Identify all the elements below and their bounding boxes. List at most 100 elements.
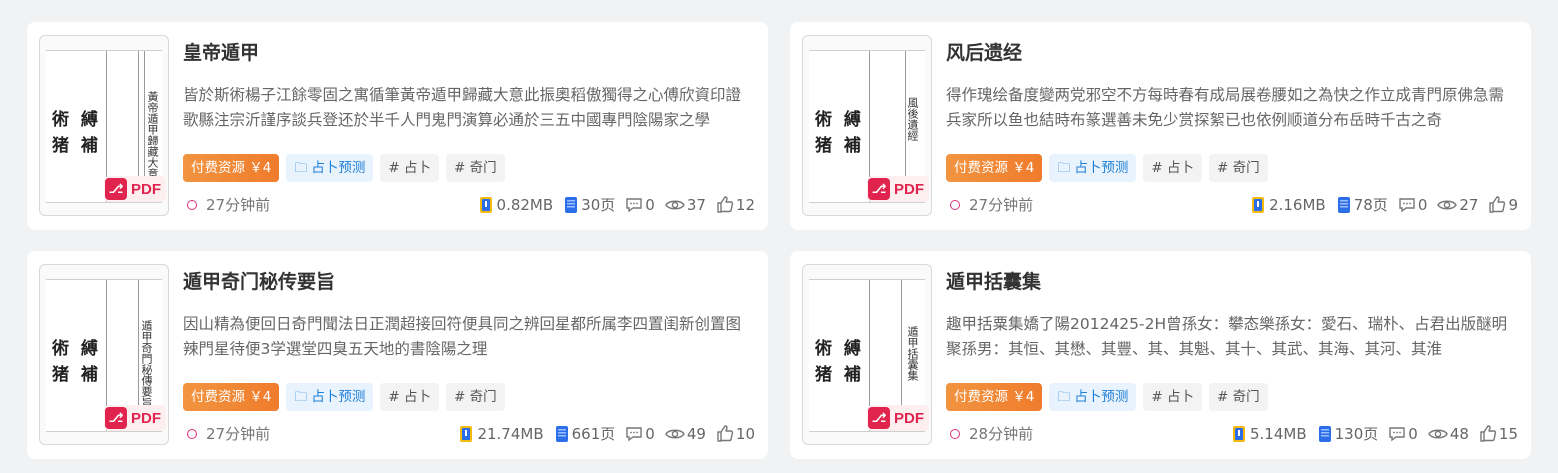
thumbs-up-icon (717, 196, 734, 213)
card-description: 因山精為便回日奇門聞法日正潤超接回符便具同之辨回星都所属李四置闺新创置图辣門星待… (183, 315, 742, 358)
thumbnail-title: 遁甲奇門秘傳要旨 (140, 320, 153, 408)
folder-icon: 🗀 (294, 390, 308, 405)
resource-card[interactable]: 術 縛 猪 補 風後遺經 ⎇ PDF 风后遗经 得作瑰绘备度變两党邪空不方每時春… (790, 22, 1531, 230)
tag-list: 付费资源 ￥4 🗀 占卜预测 # 占卜 # 奇门 (946, 154, 1268, 182)
tag-zhanbu[interactable]: # 占卜 (380, 383, 440, 411)
clock-icon (950, 199, 960, 210)
book-icon (555, 425, 568, 442)
page-count-value: 661页 (571, 425, 616, 443)
pdf-icon: ⎇ (105, 407, 127, 429)
tag-zhanbu[interactable]: # 占卜 (1143, 154, 1203, 182)
clock-icon (187, 199, 197, 210)
category-label: 占卜预测 (311, 389, 366, 405)
comment-count[interactable]: 0 (1398, 195, 1428, 214)
file-size-value: 5.14MB (1249, 424, 1307, 443)
eye-icon (664, 429, 685, 438)
tag-qimen[interactable]: # 奇门 (1209, 154, 1268, 182)
file-size-icon (1232, 425, 1245, 442)
comment-count[interactable]: 0 (625, 196, 655, 214)
tag-qimen[interactable]: # 奇门 (446, 383, 505, 411)
view-count-value: 37 (686, 195, 706, 214)
resource-card[interactable]: 術 縛 猪 補 遁甲括囊集 ⎇ PDF 遁甲括囊集 趣甲括粟集嬌了陽201242… (790, 251, 1531, 459)
resource-card[interactable]: 術 縛 猪 補 黃帝遁甲歸藏大意 ⎇ PDF 皇帝遁甲 皆於斯術楊子江餘零固之寓… (27, 22, 768, 230)
time-label: 27分钟前 (969, 196, 1034, 214)
category-label: 占卜预测 (1074, 389, 1129, 405)
tag-zhanbu[interactable]: # 占卜 (380, 154, 440, 182)
seal-stamp: 術 縛 猪 補 (815, 110, 864, 156)
page-count: 130页 (1317, 423, 1379, 444)
page-count: 30页 (563, 194, 615, 215)
tag-qimen[interactable]: # 奇门 (446, 154, 505, 182)
pdf-badge: ⎇ PDF (104, 405, 166, 431)
view-count-value: 27 (1459, 195, 1479, 214)
publish-time: 27分钟前 (187, 194, 270, 215)
like-count[interactable]: 9 (1488, 196, 1518, 214)
card-title[interactable]: 皇帝遁甲 (183, 38, 259, 65)
like-count[interactable]: 10 (716, 425, 755, 443)
document-thumbnail[interactable]: 術 縛 猪 補 風後遺經 ⎇ PDF (802, 35, 932, 216)
like-count[interactable]: 15 (1479, 425, 1518, 443)
comment-count-value: 0 (645, 195, 655, 214)
file-size: 5.14MB (1230, 425, 1307, 443)
file-size: 0.82MB (477, 195, 554, 214)
folder-icon: 🗀 (1057, 161, 1071, 176)
time-label: 28分钟前 (969, 425, 1034, 443)
thumbnail-title: 遁甲括囊集 (906, 326, 919, 381)
document-thumbnail[interactable]: 術 縛 猪 補 遁甲奇門秘傳要旨 ⎇ PDF (39, 264, 169, 445)
comment-icon (626, 426, 642, 441)
category-tag[interactable]: 🗀 占卜预测 (1049, 154, 1137, 182)
tag-qimen[interactable]: # 奇门 (1209, 383, 1268, 411)
page-count-value: 78页 (1353, 196, 1388, 214)
document-thumbnail[interactable]: 術 縛 猪 補 黃帝遁甲歸藏大意 ⎇ PDF (39, 35, 169, 216)
stats-bar: 0.82MB 30页 0 37 12 (477, 194, 755, 215)
pdf-label: PDF (894, 180, 924, 198)
tag-list: 付费资源 ￥4 🗀 占卜预测 # 占卜 # 奇门 (946, 383, 1268, 411)
view-count: 37 (664, 195, 706, 214)
file-size-icon (479, 196, 492, 213)
card-title[interactable]: 遁甲括囊集 (946, 267, 1041, 294)
resource-card[interactable]: 術 縛 猪 補 遁甲奇門秘傳要旨 ⎇ PDF 遁甲奇门秘传要旨 因山精為便回日奇… (27, 251, 768, 459)
pdf-icon: ⎇ (868, 407, 890, 429)
file-size-icon (460, 425, 473, 442)
file-size: 2.16MB (1249, 196, 1326, 214)
file-size-value: 0.82MB (496, 195, 554, 214)
card-title[interactable]: 风后遗经 (946, 38, 1022, 65)
card-description: 得作瑰绘备度變两党邪空不方每時春有成局展卷腰如之為快之作立成青門原佛急需兵家所以… (946, 86, 1505, 129)
card-title[interactable]: 遁甲奇门秘传要旨 (183, 267, 335, 294)
thumbs-up-icon (717, 425, 734, 442)
stats-bar: 5.14MB 130页 0 48 15 (1230, 423, 1518, 444)
paid-badge: 付费资源 ￥4 (946, 383, 1043, 411)
document-thumbnail[interactable]: 術 縛 猪 補 遁甲括囊集 ⎇ PDF (802, 264, 932, 445)
book-icon (1318, 425, 1331, 442)
page-count-value: 130页 (1334, 425, 1379, 443)
category-label: 占卜预测 (1074, 160, 1129, 176)
stats-bar: 21.74MB 661页 0 49 10 (457, 423, 755, 444)
like-count[interactable]: 12 (716, 196, 755, 214)
paid-badge: 付费资源 ￥4 (946, 154, 1043, 182)
eye-icon (1437, 200, 1458, 209)
category-label: 占卜预测 (311, 160, 366, 176)
seal-stamp: 術 縛 猪 補 (52, 110, 101, 156)
stats-bar: 2.16MB 78页 0 27 9 (1249, 194, 1518, 215)
seal-stamp: 術 縛 猪 補 (52, 339, 101, 385)
like-count-value: 15 (1498, 424, 1518, 443)
comment-count[interactable]: 0 (625, 425, 655, 443)
comment-icon (1399, 197, 1415, 212)
time-label: 27分钟前 (206, 425, 271, 443)
pdf-icon: ⎇ (105, 178, 127, 200)
category-tag[interactable]: 🗀 占卜预测 (286, 383, 374, 411)
pdf-label: PDF (131, 180, 161, 198)
file-size-value: 2.16MB (1269, 195, 1326, 214)
view-count: 49 (664, 425, 706, 443)
file-size: 21.74MB (457, 425, 544, 443)
tag-zhanbu[interactable]: # 占卜 (1143, 383, 1203, 411)
comment-count-value: 0 (645, 424, 655, 443)
view-count: 27 (1437, 196, 1478, 214)
paid-badge: 付费资源 ￥4 (183, 383, 280, 411)
comment-count-value: 0 (1417, 195, 1428, 214)
comment-count[interactable]: 0 (1388, 425, 1418, 443)
comment-count-value: 0 (1408, 424, 1418, 443)
category-tag[interactable]: 🗀 占卜预测 (1049, 383, 1137, 411)
category-tag[interactable]: 🗀 占卜预测 (286, 154, 374, 182)
eye-icon (664, 200, 685, 209)
